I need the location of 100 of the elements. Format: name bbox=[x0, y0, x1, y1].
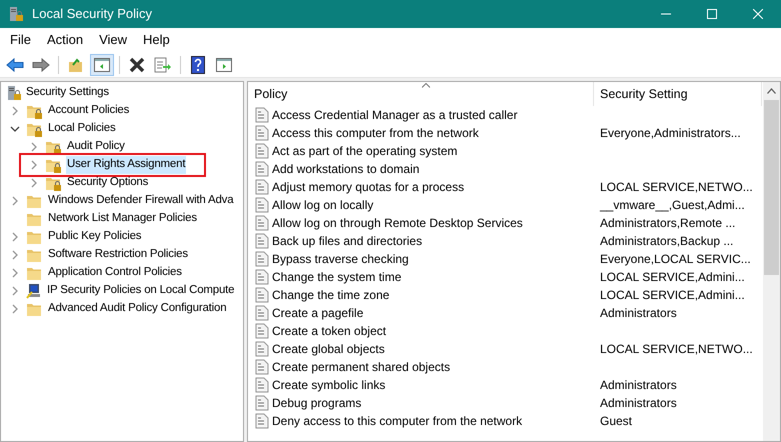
policy-icon bbox=[255, 377, 269, 393]
scroll-thumb[interactable] bbox=[764, 100, 779, 275]
policy-name[interactable]: Change the time zone bbox=[272, 286, 390, 304]
tree-item[interactable]: Security Options bbox=[66, 174, 150, 192]
policy-name[interactable]: Debug programs bbox=[272, 394, 362, 412]
menu-item[interactable]: Action bbox=[38, 30, 92, 50]
policy-icon bbox=[255, 233, 269, 249]
tree-item[interactable]: Audit Policy bbox=[66, 138, 126, 156]
expand-chevron-icon[interactable] bbox=[12, 106, 18, 116]
policy-icon bbox=[255, 215, 269, 231]
window-title: Local Security Policy bbox=[32, 5, 152, 24]
tree-item[interactable]: User Rights Assignment bbox=[66, 156, 186, 174]
policy-icon bbox=[255, 395, 269, 411]
policy-name[interactable]: Change the system time bbox=[272, 268, 402, 286]
table-cell-text: __vmware__,Guest,Admi... bbox=[598, 197, 745, 214]
expand-chevron-icon[interactable] bbox=[12, 196, 18, 206]
collapse-chevron-icon[interactable] bbox=[10, 126, 20, 132]
expand-chevron-icon[interactable] bbox=[31, 178, 37, 188]
table-cell-text: LOCAL SERVICE,Admini... bbox=[599, 287, 745, 304]
policy-icon bbox=[255, 287, 269, 303]
table-cell-text: LOCAL SERVICE,Admini... bbox=[599, 269, 745, 286]
policy-icon bbox=[255, 107, 269, 123]
menu-item[interactable]: View bbox=[91, 30, 136, 50]
maximize-icon bbox=[707, 9, 717, 19]
policy-name[interactable]: Create a token object bbox=[272, 322, 386, 340]
expand-chevron-icon[interactable] bbox=[31, 142, 37, 152]
policy-icon bbox=[255, 413, 269, 429]
policy-name[interactable]: Access Credential Manager as a trusted caller bbox=[272, 106, 518, 124]
table-cell-text: Everyone,Administrators... bbox=[599, 125, 741, 142]
help-icon bbox=[191, 56, 205, 74]
close-icon bbox=[753, 9, 763, 19]
expand-chevron-icon[interactable] bbox=[31, 160, 37, 170]
policy-name[interactable]: Create a pagefile bbox=[272, 304, 364, 322]
delete-icon bbox=[129, 56, 145, 72]
table-cell-text: Administrators bbox=[599, 305, 677, 322]
tree-item[interactable]: IP Security Policies on Local Compute bbox=[46, 282, 236, 300]
policy-name[interactable]: Create symbolic links bbox=[272, 376, 386, 394]
policy-icon bbox=[255, 197, 269, 213]
column-header[interactable]: Policy bbox=[248, 82, 594, 106]
tree-item[interactable]: Network List Manager Policies bbox=[47, 210, 198, 228]
server-lock-icon bbox=[8, 6, 24, 22]
tree-item[interactable]: Software Restriction Policies bbox=[47, 246, 189, 264]
folder-icon bbox=[26, 230, 43, 244]
policy-icon bbox=[255, 305, 269, 321]
policy-name[interactable]: Allow log on through Remote Desktop Services bbox=[272, 214, 523, 232]
table-cell-text: Administrators,Backup ... bbox=[599, 233, 734, 250]
policy-name[interactable]: Create permanent shared objects bbox=[272, 358, 450, 376]
table-cell-text: Administrators,Remote ... bbox=[599, 215, 736, 232]
computer-icon bbox=[26, 283, 42, 299]
export-list-icon bbox=[154, 56, 172, 72]
policy-icon bbox=[255, 125, 269, 141]
policy-icon bbox=[255, 143, 269, 159]
policy-icon bbox=[255, 359, 269, 375]
locked-folder-icon bbox=[45, 158, 62, 172]
policy-icon bbox=[255, 251, 269, 267]
policy-name[interactable]: Add workstations to domain bbox=[272, 160, 420, 178]
expand-chevron-icon[interactable] bbox=[12, 250, 18, 260]
folder-up-icon bbox=[68, 56, 84, 72]
policy-name[interactable]: Bypass traverse checking bbox=[272, 250, 409, 268]
expand-chevron-icon[interactable] bbox=[12, 304, 18, 314]
expand-chevron-icon[interactable] bbox=[12, 268, 18, 278]
server-lock-icon bbox=[6, 85, 22, 101]
menu-item[interactable]: File bbox=[2, 30, 39, 50]
column-header[interactable]: Security Setting bbox=[594, 82, 762, 106]
tree-item[interactable]: Advanced Audit Policy Configuration bbox=[47, 300, 228, 318]
policy-name[interactable]: Deny access to this computer from the network bbox=[272, 412, 522, 430]
tree-item[interactable]: Windows Defender Firewall with Adva bbox=[47, 192, 234, 210]
expand-chevron-icon[interactable] bbox=[12, 286, 18, 296]
forward-arrow-icon bbox=[32, 58, 50, 72]
table-cell-text: LOCAL SERVICE,NETWO... bbox=[599, 341, 753, 358]
locked-folder-icon bbox=[26, 122, 43, 136]
policy-icon bbox=[255, 323, 269, 339]
policy-name[interactable]: Access this computer from the network bbox=[272, 124, 479, 142]
table-cell-text: Administrators bbox=[599, 395, 677, 412]
locked-folder-icon bbox=[26, 104, 43, 118]
locked-folder-icon bbox=[45, 140, 62, 154]
scroll-bar[interactable] bbox=[763, 82, 780, 441]
expand-chevron-icon[interactable] bbox=[12, 232, 18, 242]
policy-icon bbox=[255, 269, 269, 285]
policy-icon bbox=[255, 179, 269, 195]
table-cell-text: Administrators bbox=[599, 377, 677, 394]
policy-name[interactable]: Act as part of the operating system bbox=[272, 142, 458, 160]
policy-name[interactable]: Allow log on locally bbox=[272, 196, 374, 214]
tree-item[interactable]: Application Control Policies bbox=[47, 264, 183, 282]
tree-item[interactable]: Public Key Policies bbox=[47, 228, 142, 246]
tree-item[interactable]: Security Settings bbox=[26, 84, 109, 102]
folder-icon bbox=[26, 302, 43, 316]
tree-item[interactable]: Account Policies bbox=[47, 102, 130, 120]
action-pane-icon bbox=[216, 58, 232, 72]
policy-name[interactable]: Create global objects bbox=[272, 340, 385, 358]
folder-icon bbox=[26, 194, 43, 208]
policy-icon bbox=[255, 161, 269, 177]
folder-icon bbox=[26, 266, 43, 280]
locked-folder-icon bbox=[45, 176, 62, 190]
policy-name[interactable]: Back up files and directories bbox=[272, 232, 422, 250]
menu-item[interactable]: Help bbox=[135, 30, 178, 50]
policy-name[interactable]: Adjust memory quotas for a process bbox=[272, 178, 464, 196]
table-cell-text: Everyone,LOCAL SERVIC... bbox=[599, 251, 751, 268]
tree-item[interactable]: Local Policies bbox=[47, 120, 117, 138]
folder-icon bbox=[26, 248, 43, 262]
